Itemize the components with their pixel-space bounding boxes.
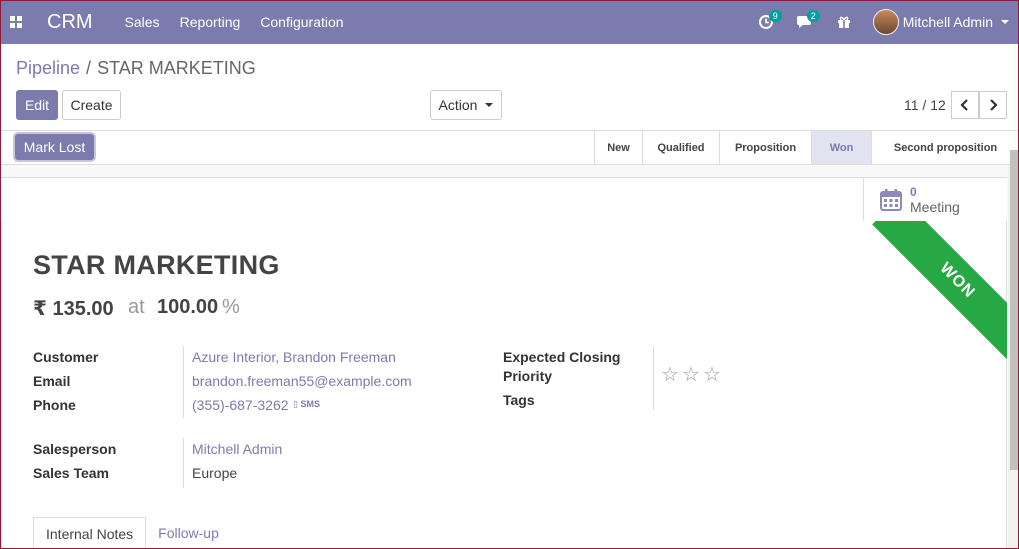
scrollbar-thumb[interactable] xyxy=(1010,150,1019,470)
pager-value[interactable]: 11 / 12 xyxy=(904,97,946,113)
priority-star-icon[interactable]: ☆ xyxy=(703,362,721,387)
create-button[interactable]: Create xyxy=(62,90,121,120)
priority-star-icon[interactable]: ☆ xyxy=(682,362,700,387)
lead-name: STAR MARKETING xyxy=(33,250,280,280)
messages-menu[interactable]: 2 xyxy=(796,0,820,44)
tags-label: Tags xyxy=(503,392,535,408)
chevron-left-icon xyxy=(960,99,968,111)
phone-label: Phone xyxy=(33,397,76,413)
email-value[interactable]: brandon.freeman55@example.com xyxy=(192,373,412,389)
sms-label: SMS xyxy=(300,399,320,409)
messages-badge: 2 xyxy=(806,10,820,22)
pager-next-button[interactable] xyxy=(979,91,1007,119)
sms-button[interactable]: ▯ SMS xyxy=(293,399,320,410)
pager-previous-button[interactable] xyxy=(951,91,979,119)
breadcrumb: Pipeline / STAR MARKETING xyxy=(16,58,256,79)
breadcrumb-separator: / xyxy=(86,58,92,78)
meeting-smart-button[interactable]: 0 Meeting xyxy=(863,178,1007,221)
mobile-icon: ▯ xyxy=(293,399,298,409)
stage-second-proposition[interactable]: Second proposition xyxy=(871,131,1019,164)
customer-value[interactable]: Azure Interior, Brandon Freeman xyxy=(192,349,396,365)
expected-closing-label: Expected Closing xyxy=(503,349,621,365)
stage-won[interactable]: Won xyxy=(811,131,871,164)
email-label: Email xyxy=(33,373,71,389)
priority-label: Priority xyxy=(503,368,553,384)
tab-internal-notes[interactable]: Internal Notes xyxy=(33,517,147,549)
menu-reporting[interactable]: Reporting xyxy=(180,14,241,30)
at-label: at xyxy=(128,296,145,318)
gift-icon xyxy=(837,16,850,28)
stage-proposition[interactable]: Proposition xyxy=(719,131,811,164)
breadcrumb-pipeline[interactable]: Pipeline xyxy=(16,58,80,78)
stage-new[interactable]: New xyxy=(594,131,642,164)
gift-menu[interactable] xyxy=(837,0,851,44)
stage-selector: New Qualified Proposition Won Second pro… xyxy=(594,131,1019,164)
field-separator xyxy=(183,346,184,418)
action-label: Action xyxy=(438,97,478,113)
meeting-count: 0 xyxy=(910,184,917,199)
user-name[interactable]: Mitchell Admin xyxy=(903,14,993,30)
meeting-label: Meeting xyxy=(910,198,960,215)
edit-button[interactable]: Edit xyxy=(16,90,58,120)
app-brand[interactable]: CRM xyxy=(47,11,93,34)
activities-menu[interactable]: 9 xyxy=(758,0,782,44)
action-caret-icon xyxy=(485,103,494,107)
field-separator xyxy=(183,438,184,488)
sales-team-value[interactable]: Europe xyxy=(192,465,237,481)
mark-lost-button[interactable]: Mark Lost xyxy=(15,134,94,160)
customer-label: Customer xyxy=(33,349,99,365)
user-menu-caret-icon[interactable] xyxy=(1001,20,1009,24)
action-dropdown[interactable]: Action xyxy=(430,90,502,120)
breadcrumb-current: STAR MARKETING xyxy=(97,58,256,78)
chevron-right-icon xyxy=(990,99,998,111)
field-separator xyxy=(653,346,654,410)
salesperson-value[interactable]: Mitchell Admin xyxy=(192,441,282,457)
sales-team-label: Sales Team xyxy=(33,465,110,481)
notebook-tabs: Internal Notes Follow-up xyxy=(33,517,231,549)
phone-value[interactable]: (355)-687-3262 xyxy=(192,397,289,413)
stage-qualified[interactable]: Qualified xyxy=(642,131,719,164)
user-avatar[interactable] xyxy=(872,9,899,35)
menu-sales[interactable]: Sales xyxy=(125,14,160,30)
probability: 100.00 xyxy=(157,296,219,318)
won-ribbon: WON xyxy=(872,221,1007,366)
won-ribbon-container: WON xyxy=(862,221,1007,366)
apps-menu-icon[interactable] xyxy=(10,16,22,28)
tab-follow-up[interactable]: Follow-up xyxy=(146,517,231,549)
salesperson-label: Salesperson xyxy=(33,441,117,457)
percent-sign: % xyxy=(222,296,240,318)
button-box xyxy=(1,177,1007,222)
activities-badge: 9 xyxy=(768,10,782,22)
top-navbar: CRM Sales Reporting Configuration 9 2 Mi… xyxy=(0,0,1019,44)
priority-star-icon[interactable]: ☆ xyxy=(661,362,679,387)
expected-revenue: ₹ 135.00 xyxy=(33,298,114,320)
calendar-icon xyxy=(880,188,902,211)
menu-configuration[interactable]: Configuration xyxy=(260,14,343,30)
